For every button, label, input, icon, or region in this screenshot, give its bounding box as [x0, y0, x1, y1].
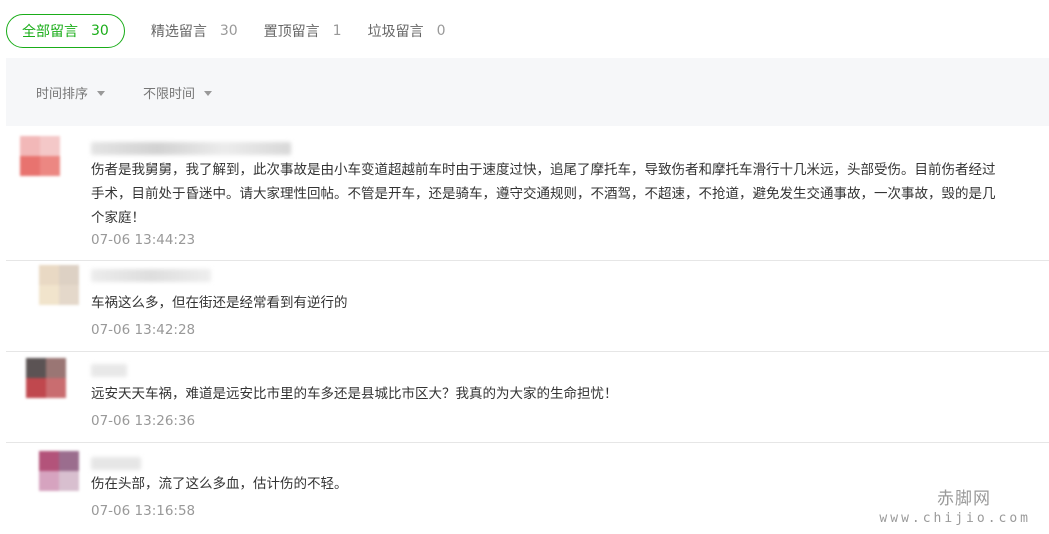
comment-filter-tabs: 全部留言 30 精选留言 30 置顶留言 1 垃圾留言 0 — [6, 14, 472, 48]
username[interactable] — [91, 457, 141, 470]
comment-time: 07-06 13:26:36 — [91, 413, 196, 429]
sort-label: 时间排序 — [36, 86, 89, 102]
comment-time: 07-06 13:42:28 — [91, 322, 196, 338]
avatar-tile — [40, 156, 60, 176]
comment-time: 07-06 13:16:58 — [91, 503, 196, 519]
avatar-tile — [39, 265, 59, 285]
chevron-down-icon — [97, 90, 106, 96]
comment-time: 07-06 13:44:23 — [91, 232, 196, 248]
comment-text: 伤者是我舅舅，我了解到，此次事故是由小车变道超越前车时由于速度过快，追尾了摩托车… — [91, 162, 996, 226]
username[interactable] — [91, 364, 127, 377]
time-range-label: 不限时间 — [143, 86, 196, 102]
avatar-tile — [46, 358, 66, 378]
watermark: 赤脚网 www.chijio.com — [879, 484, 1031, 526]
tab-featured-comments[interactable]: 精选留言 30 — [151, 14, 238, 48]
avatar — [26, 358, 66, 398]
username[interactable] — [91, 269, 211, 282]
avatar-tile — [39, 285, 59, 305]
tab-pinned-comments[interactable]: 置顶留言 1 — [264, 14, 342, 48]
avatar-tile — [40, 136, 60, 156]
comment-text: 伤在头部，流了这么多血，估计伤的不轻。 — [91, 476, 348, 492]
list-item: 车祸这么多，但在街还是经常看到有逆行的 07-06 13:42:28 — [6, 261, 1049, 352]
comment-text: 车祸这么多，但在街还是经常看到有逆行的 — [91, 295, 348, 311]
time-range-dropdown[interactable]: 不限时间 — [143, 83, 213, 102]
username[interactable] — [91, 142, 291, 155]
comment-list: 伤者是我舅舅，我了解到，此次事故是由小车变道超越前车时由于速度过快，追尾了摩托车… — [6, 126, 1049, 533]
tab-spam-comments[interactable]: 垃圾留言 0 — [368, 14, 446, 48]
tab-count: 30 — [219, 23, 238, 39]
filter-bar: 时间排序 不限时间 — [6, 58, 1049, 126]
tab-all-comments[interactable]: 全部留言 30 — [6, 14, 125, 48]
sort-dropdown[interactable]: 时间排序 — [36, 83, 106, 102]
avatar-tile — [20, 136, 40, 156]
avatar-tile — [39, 451, 59, 471]
avatar-tile — [59, 451, 79, 471]
avatar-tile — [59, 471, 79, 491]
tab-label: 精选留言 — [150, 24, 207, 40]
avatar-tile — [46, 378, 66, 398]
tab-count: 30 — [91, 23, 109, 39]
chevron-down-icon — [204, 90, 213, 96]
avatar-tile — [26, 378, 46, 398]
watermark-name: 赤脚网 — [937, 489, 991, 509]
avatar-tile — [39, 471, 59, 491]
comment-text: 远安天天车祸，难道是远安比市里的车多还是县城比市区大？我真的为大家的生命担忧！ — [91, 386, 618, 402]
avatar-tile — [26, 358, 46, 378]
tab-label: 置顶留言 — [263, 24, 320, 40]
avatar-tile — [59, 265, 79, 285]
watermark-url: www.chijio.com — [879, 511, 1031, 526]
tab-count: 0 — [436, 23, 446, 39]
avatar — [39, 265, 79, 305]
avatar — [20, 136, 60, 176]
avatar-tile — [20, 156, 40, 176]
avatar-tile — [59, 285, 79, 305]
avatar — [39, 451, 79, 491]
tab-count: 1 — [332, 23, 342, 39]
tab-label: 垃圾留言 — [367, 24, 424, 40]
tab-label: 全部留言 — [22, 24, 78, 40]
list-item: 远安天天车祸，难道是远安比市里的车多还是县城比市区大？我真的为大家的生命担忧！ … — [6, 352, 1049, 443]
list-item: 伤者是我舅舅，我了解到，此次事故是由小车变道超越前车时由于速度过快，追尾了摩托车… — [6, 126, 1049, 261]
